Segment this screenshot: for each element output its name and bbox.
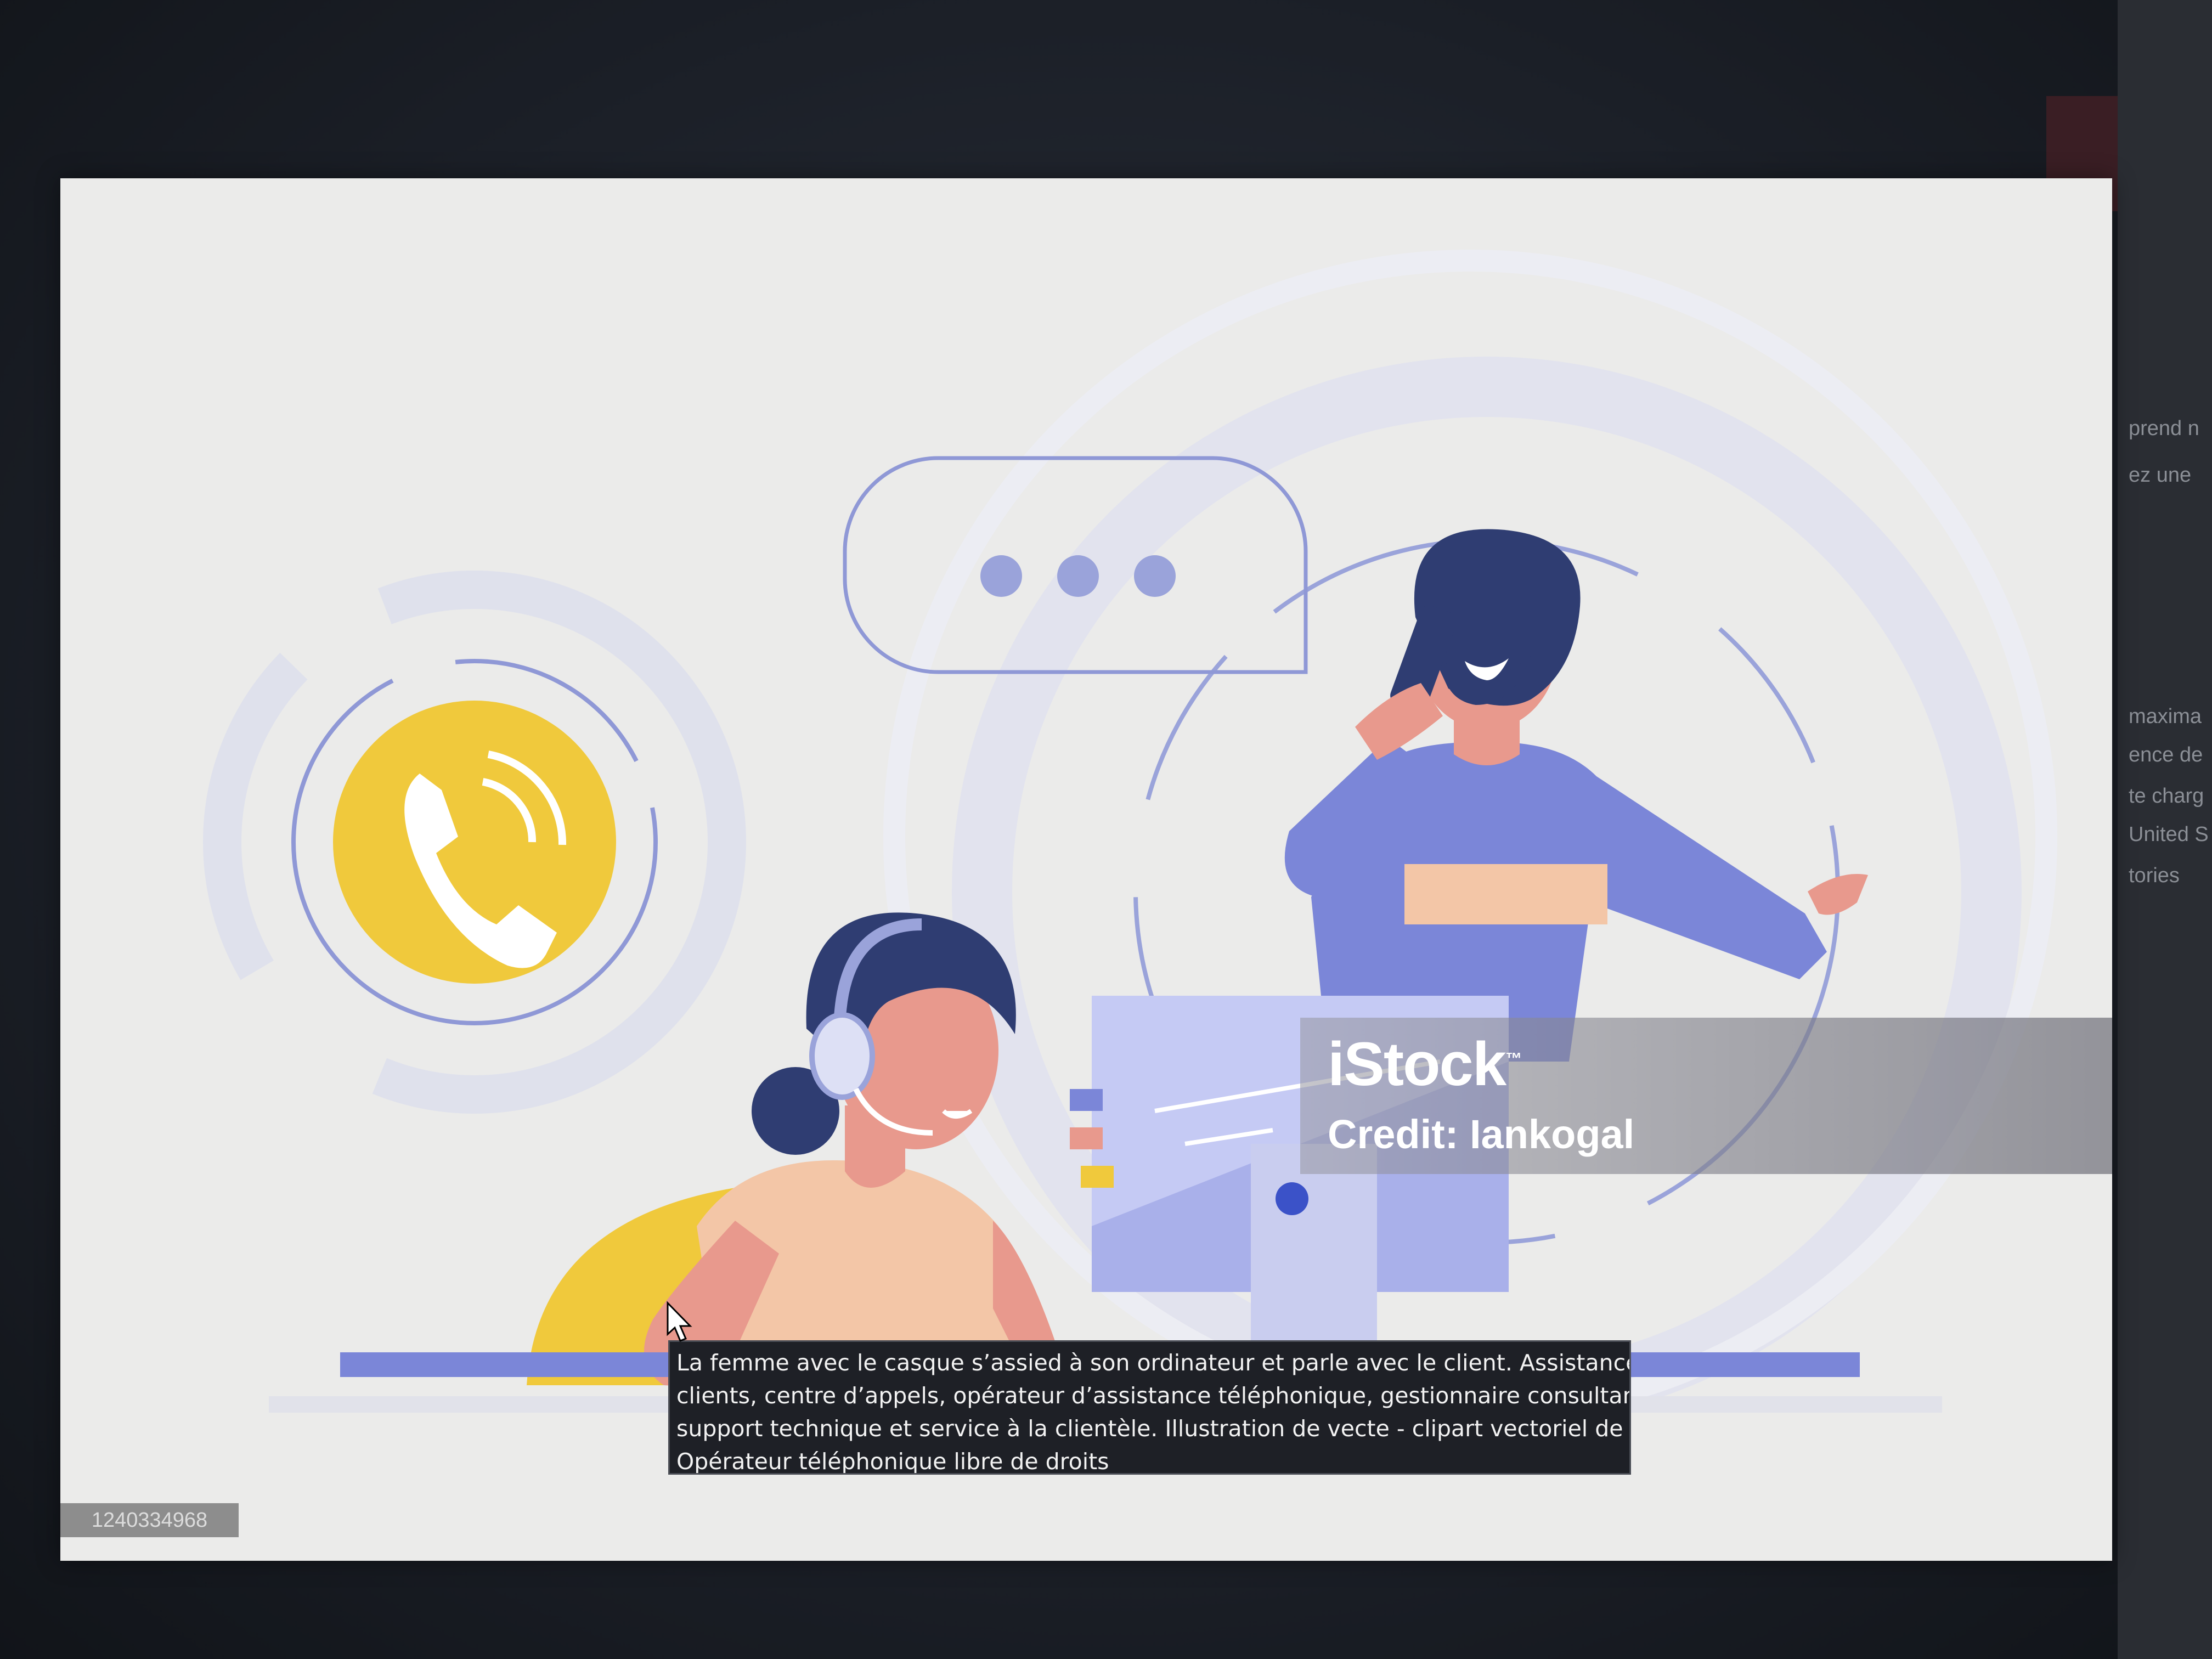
side-text-fragment: United S: [2129, 823, 2209, 846]
side-text-fragment: te charg: [2129, 785, 2204, 808]
side-panel: prend n ez une maxima ence de te charg U…: [2118, 0, 2212, 1659]
trademark-mark: ™: [1505, 1049, 1522, 1068]
istock-logo-text: iStock: [1328, 1030, 1506, 1098]
tooltip-line: support technique et service à la client…: [676, 1415, 1623, 1442]
side-text-fragment: maxima: [2129, 705, 2202, 728]
side-text-fragment: ence de: [2129, 743, 2203, 766]
istock-watermark: iStock™ Credit: Iankogal: [1300, 1018, 2112, 1174]
man-on-phone: [1284, 529, 1868, 1062]
side-text-fragment: prend n: [2129, 417, 2199, 440]
cursor-icon: [667, 1301, 692, 1342]
tooltip-line: La femme avec le casque s’assied à son o…: [676, 1350, 1631, 1376]
image-description-tooltip: La femme avec le casque s’assied à son o…: [668, 1340, 1631, 1475]
istock-logo: iStock™: [1328, 1029, 1522, 1099]
watermark-credit: Credit: Iankogal: [1328, 1111, 1635, 1157]
woman-with-headset: [527, 912, 1092, 1407]
image-id-label: 1240334968: [60, 1503, 239, 1537]
phone-icon-group: [203, 571, 746, 1114]
side-text-fragment: tories: [2129, 864, 2180, 887]
tooltip-line: Opérateur téléphonique libre de droits: [676, 1448, 1109, 1475]
tooltip-line: clients, centre d’appels, opérateur d’as…: [676, 1383, 1631, 1409]
side-text-fragment: ez une: [2129, 464, 2192, 487]
